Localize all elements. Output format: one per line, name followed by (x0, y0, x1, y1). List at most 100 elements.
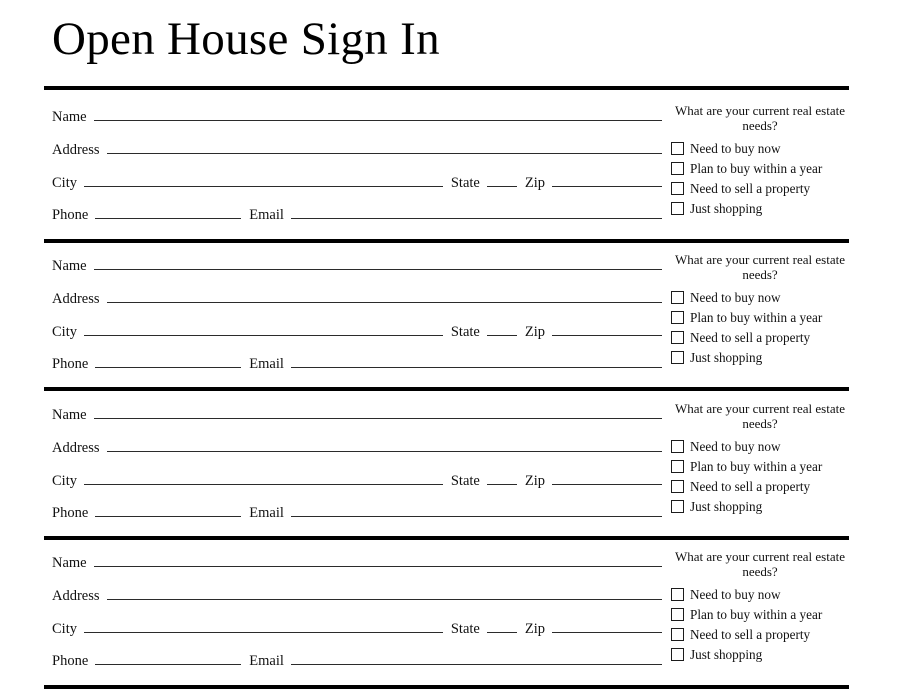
input-address[interactable] (106, 436, 662, 452)
field-row-address: Address (52, 584, 662, 606)
field-row-city-state-zip: City State Zip (52, 171, 662, 193)
needs-option-need-to-sell-a-property[interactable]: Need to sell a property (671, 477, 851, 496)
needs-heading: What are your current real estate needs? (675, 103, 845, 133)
label-zip: Zip (524, 473, 545, 489)
needs-option-label: Just shopping (690, 498, 763, 514)
input-state[interactable] (486, 320, 517, 336)
checkbox-icon[interactable] (671, 162, 684, 176)
input-state[interactable] (486, 469, 517, 485)
input-zip[interactable] (552, 171, 662, 187)
needs-option-need-to-buy-now[interactable]: Need to buy now (671, 288, 851, 307)
needs-option-need-to-sell-a-property[interactable]: Need to sell a property (671, 179, 851, 198)
input-name[interactable] (93, 403, 662, 419)
needs-option-just-shopping[interactable]: Just shopping (671, 645, 851, 664)
checkbox-icon[interactable] (671, 142, 684, 156)
needs-option-plan-to-buy-within-a-year[interactable]: Plan to buy within a year (671, 159, 851, 178)
section-divider-bottom (44, 685, 849, 689)
needs-option-plan-to-buy-within-a-year[interactable]: Plan to buy within a year (671, 605, 851, 624)
input-city[interactable] (83, 469, 443, 485)
needs-option-label: Need to buy now (690, 140, 781, 156)
input-zip[interactable] (552, 617, 662, 633)
checkbox-icon[interactable] (671, 608, 684, 622)
input-zip[interactable] (552, 320, 662, 336)
needs-option-label: Need to sell a property (690, 180, 811, 196)
field-row-name: Name (52, 105, 662, 127)
checkbox-icon[interactable] (671, 460, 684, 474)
input-name[interactable] (93, 105, 662, 121)
input-name[interactable] (93, 254, 662, 270)
input-address[interactable] (106, 138, 662, 154)
checkbox-icon[interactable] (671, 311, 684, 325)
checkbox-icon[interactable] (671, 500, 684, 514)
checkbox-icon[interactable] (671, 182, 684, 196)
checkbox-icon[interactable] (671, 588, 684, 602)
field-row-phone-email: Phone Email (52, 501, 662, 523)
checkbox-icon[interactable] (671, 480, 684, 494)
label-name: Name (52, 258, 87, 274)
label-email: Email (249, 356, 284, 372)
needs-option-need-to-buy-now[interactable]: Need to buy now (671, 437, 851, 456)
real-estate-needs-panel: What are your current real estate needs?… (671, 390, 851, 517)
checkbox-icon[interactable] (671, 648, 684, 662)
needs-option-label: Plan to buy within a year (690, 160, 823, 176)
needs-checkbox-list: Need to buy now Plan to buy within a yea… (671, 288, 851, 367)
checkbox-icon[interactable] (671, 440, 684, 454)
label-state: State (450, 621, 480, 637)
needs-option-need-to-sell-a-property[interactable]: Need to sell a property (671, 625, 851, 644)
field-row-name: Name (52, 254, 662, 276)
input-state[interactable] (486, 617, 517, 633)
signin-entry-row: Name Address City State Zip Phone Email (0, 241, 899, 389)
input-city[interactable] (83, 617, 443, 633)
needs-option-need-to-buy-now[interactable]: Need to buy now (671, 139, 851, 158)
signin-entry-row: Name Address City State Zip Phone Email (0, 92, 899, 240)
needs-option-label: Need to buy now (690, 289, 781, 305)
needs-option-plan-to-buy-within-a-year[interactable]: Plan to buy within a year (671, 308, 851, 327)
needs-option-plan-to-buy-within-a-year[interactable]: Plan to buy within a year (671, 457, 851, 476)
field-row-address: Address (52, 436, 662, 458)
input-name[interactable] (93, 551, 662, 567)
input-state[interactable] (486, 171, 517, 187)
needs-option-just-shopping[interactable]: Just shopping (671, 348, 851, 367)
input-email[interactable] (290, 501, 662, 517)
input-email[interactable] (290, 203, 662, 219)
checkbox-icon[interactable] (671, 291, 684, 305)
label-zip: Zip (524, 175, 545, 191)
needs-option-need-to-sell-a-property[interactable]: Need to sell a property (671, 328, 851, 347)
input-city[interactable] (83, 171, 443, 187)
checkbox-icon[interactable] (671, 351, 684, 365)
needs-option-label: Plan to buy within a year (690, 458, 823, 474)
field-row-address: Address (52, 287, 662, 309)
input-email[interactable] (290, 649, 662, 665)
checkbox-icon[interactable] (671, 202, 684, 216)
checkbox-icon[interactable] (671, 628, 684, 642)
needs-option-label: Need to buy now (690, 586, 781, 602)
needs-option-label: Just shopping (690, 349, 763, 365)
input-phone[interactable] (95, 352, 242, 368)
needs-option-need-to-buy-now[interactable]: Need to buy now (671, 585, 851, 604)
needs-option-just-shopping[interactable]: Just shopping (671, 497, 851, 516)
field-row-name: Name (52, 551, 662, 573)
label-address: Address (52, 291, 100, 307)
open-house-sign-in-sheet: Open House Sign In Name Address City Sta… (0, 0, 899, 696)
field-row-phone-email: Phone Email (52, 203, 662, 225)
input-phone[interactable] (95, 203, 242, 219)
input-phone[interactable] (95, 501, 242, 517)
label-zip: Zip (524, 324, 545, 340)
input-address[interactable] (106, 287, 662, 303)
label-phone: Phone (52, 505, 89, 521)
needs-option-label: Just shopping (690, 646, 763, 662)
input-phone[interactable] (95, 649, 242, 665)
checkbox-icon[interactable] (671, 331, 684, 345)
label-city: City (52, 324, 77, 340)
label-city: City (52, 473, 77, 489)
label-address: Address (52, 440, 100, 456)
field-row-city-state-zip: City State Zip (52, 617, 662, 639)
label-city: City (52, 621, 77, 637)
real-estate-needs-panel: What are your current real estate needs?… (671, 92, 851, 219)
input-zip[interactable] (552, 469, 662, 485)
input-email[interactable] (290, 352, 662, 368)
needs-option-just-shopping[interactable]: Just shopping (671, 199, 851, 218)
needs-heading: What are your current real estate needs? (675, 252, 845, 282)
input-address[interactable] (106, 584, 662, 600)
input-city[interactable] (83, 320, 443, 336)
